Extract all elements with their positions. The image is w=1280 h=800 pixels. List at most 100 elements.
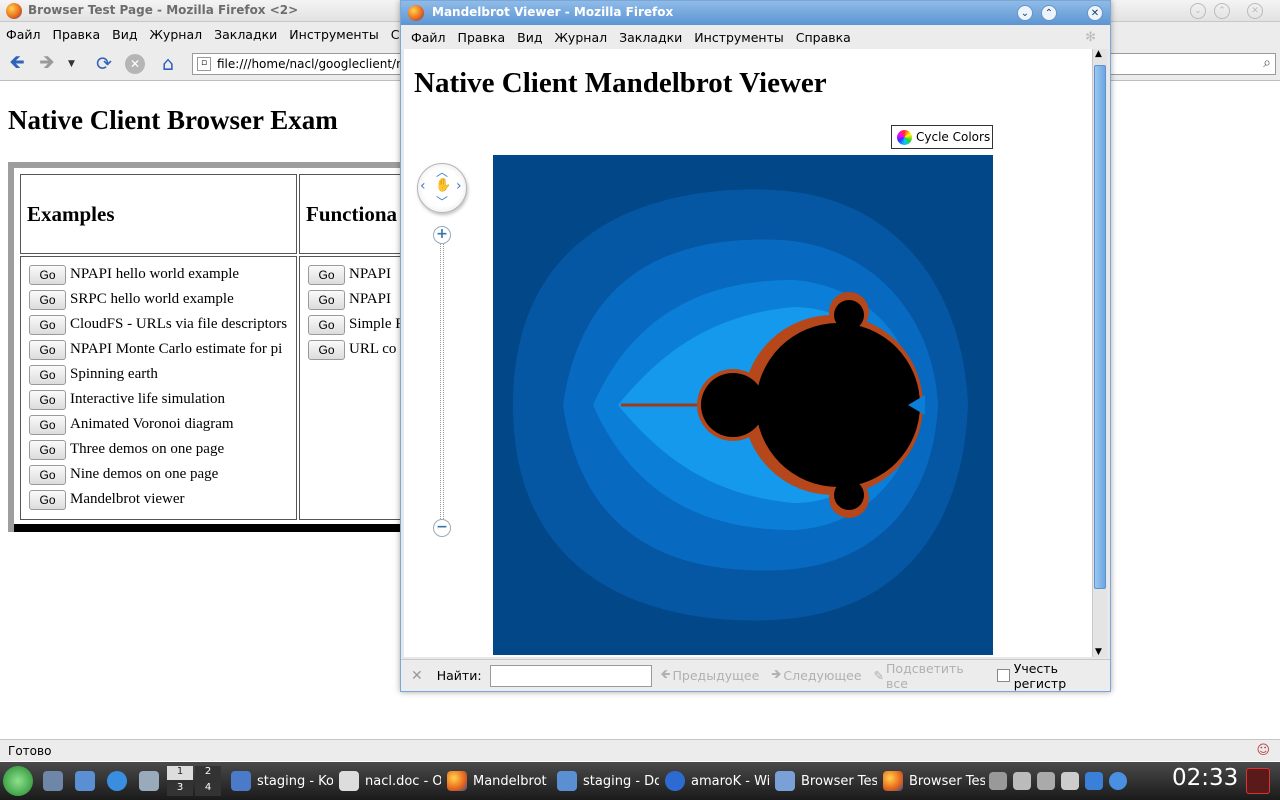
- go-button[interactable]: Go: [29, 464, 66, 485]
- maximize-icon[interactable]: ⌃: [1041, 5, 1057, 21]
- forward-arrow-icon[interactable]: 🡺: [36, 51, 58, 75]
- list-item: Go NPAPI Monte Carlo estimate for pi: [29, 337, 282, 362]
- find-previous-button[interactable]: Предыдущее: [673, 668, 760, 683]
- taskbar-item[interactable]: staging - Kon: [225, 766, 333, 796]
- previous-arrow-icon: 🡸: [660, 666, 671, 681]
- update-icon[interactable]: [1109, 772, 1127, 790]
- maximize-icon[interactable]: ⌃: [1214, 3, 1230, 19]
- go-button[interactable]: Go: [29, 439, 66, 460]
- examples-table: Examples Functiona Go NPAPI hello world e…: [8, 162, 409, 532]
- chevron-down-icon[interactable]: ﹀: [436, 193, 448, 210]
- hand-icon: ✋: [435, 178, 452, 193]
- find-input[interactable]: [489, 664, 653, 687]
- search-bar[interactable]: ⌕: [1108, 53, 1276, 75]
- pager-desktop-1[interactable]: 1: [167, 766, 193, 780]
- taskbar-item[interactable]: nacl.doc - O: [333, 766, 441, 796]
- desktop-pager[interactable]: 1 2 3 4: [167, 766, 221, 796]
- home-icon[interactable]: ⌂: [157, 53, 179, 75]
- taskbar-item[interactable]: staging - Dol: [551, 766, 659, 796]
- browser-icon[interactable]: [107, 771, 127, 791]
- close-icon[interactable]: ✕: [1247, 3, 1263, 19]
- minimize-icon[interactable]: ⌄: [1017, 5, 1033, 21]
- go-button[interactable]: Go: [29, 489, 66, 510]
- menu-view[interactable]: Вид: [511, 30, 548, 45]
- close-icon[interactable]: ✕: [1087, 5, 1103, 21]
- menu-tools[interactable]: Инструменты: [688, 30, 789, 45]
- go-button[interactable]: Go: [29, 314, 66, 335]
- pan-control[interactable]: ︿ ﹀ ‹ › ✋: [417, 163, 467, 213]
- firefox-icon: [447, 771, 467, 791]
- taskbar-item[interactable]: amaroK - Wi: [659, 766, 769, 796]
- go-button[interactable]: Go: [308, 264, 345, 285]
- mandelbrot-window: Mandelbrot Viewer - Mozilla Firefox ⌄ ⌃ …: [400, 0, 1111, 692]
- go-button[interactable]: Go: [308, 339, 345, 360]
- go-button[interactable]: Go: [29, 414, 66, 435]
- calendar-icon[interactable]: [1246, 768, 1270, 794]
- pager-desktop-2[interactable]: 2: [195, 766, 221, 780]
- history-dropdown-icon[interactable]: ▼: [68, 59, 75, 69]
- find-next-button[interactable]: Следующее: [783, 668, 861, 683]
- menu-file[interactable]: Файл: [0, 27, 47, 42]
- system-icon[interactable]: [139, 771, 159, 791]
- go-button[interactable]: Go: [29, 339, 66, 360]
- back-arrow-icon[interactable]: 🡸: [6, 51, 28, 75]
- highlight-all-button[interactable]: Подсветить все: [886, 661, 985, 691]
- match-case-checkbox[interactable]: [997, 669, 1010, 682]
- scroll-up-icon[interactable]: ▲: [1095, 49, 1102, 59]
- network-icon[interactable]: [1037, 772, 1055, 790]
- menu-history[interactable]: Журнал: [143, 27, 208, 42]
- status-bar: Готово ☺: [0, 739, 1280, 761]
- vertical-scrollbar[interactable]: ▲ ▼: [1092, 49, 1107, 657]
- go-button[interactable]: Go: [308, 289, 345, 310]
- menu-edit[interactable]: Правка: [452, 30, 512, 45]
- stop-icon[interactable]: ✕: [125, 54, 145, 74]
- zoom-slider-track[interactable]: [440, 241, 444, 525]
- search-icon[interactable]: ⌕: [1263, 55, 1271, 71]
- file-manager-icon[interactable]: [75, 771, 95, 791]
- chevron-right-icon[interactable]: ›: [456, 178, 462, 194]
- minimize-icon[interactable]: ⌄: [1190, 3, 1206, 19]
- menu-view[interactable]: Вид: [106, 27, 143, 42]
- scroll-down-icon[interactable]: ▼: [1095, 647, 1102, 657]
- go-button[interactable]: Go: [29, 264, 66, 285]
- taskbar-item[interactable]: Browser Tes: [877, 766, 985, 796]
- menu-file[interactable]: Файл: [405, 30, 452, 45]
- kmenu-icon[interactable]: [3, 766, 33, 796]
- keyboard-icon[interactable]: [1061, 772, 1079, 790]
- menu-bookmarks[interactable]: Закладки: [208, 27, 283, 42]
- chevron-left-icon[interactable]: ‹: [420, 178, 426, 194]
- zoom-out-button[interactable]: −: [433, 519, 451, 537]
- mandelbrot-window-titlebar[interactable]: Mandelbrot Viewer - Mozilla Firefox ⌄ ⌃ …: [401, 1, 1110, 25]
- pager-desktop-4[interactable]: 4: [195, 782, 221, 796]
- go-button[interactable]: Go: [29, 389, 66, 410]
- taskbar-item[interactable]: Browser Tes: [769, 766, 877, 796]
- firefox-icon: [883, 771, 903, 791]
- menu-history[interactable]: Журнал: [548, 30, 613, 45]
- functional-cell: Go NPAPI Go NPAPI Go Simple R Go URL co: [299, 256, 409, 520]
- url-bar[interactable]: ▫ file:///home/nacl/googleclient/na: [192, 53, 402, 75]
- system-tray: [989, 772, 1127, 790]
- taskbar-item[interactable]: Mandelbrot V: [441, 766, 551, 796]
- pager-desktop-3[interactable]: 3: [167, 782, 193, 796]
- scrollbar-thumb[interactable]: [1094, 65, 1106, 589]
- close-find-icon[interactable]: ✕: [411, 668, 423, 684]
- menu-edit[interactable]: Правка: [47, 27, 107, 42]
- highlight-icon: ✎: [873, 668, 885, 683]
- go-button[interactable]: Go: [308, 314, 345, 335]
- volume-icon[interactable]: [989, 772, 1007, 790]
- cycle-colors-button[interactable]: Cycle Colors: [891, 125, 993, 149]
- mandelbrot-canvas[interactable]: [493, 155, 993, 655]
- clipboard-icon[interactable]: [1013, 772, 1031, 790]
- go-button[interactable]: Go: [29, 364, 66, 385]
- addon-icon[interactable]: ☺: [1256, 743, 1270, 758]
- menu-tools[interactable]: Инструменты: [283, 27, 384, 42]
- go-button[interactable]: Go: [29, 289, 66, 310]
- reload-icon[interactable]: ⟳: [93, 53, 115, 75]
- menu-bookmarks[interactable]: Закладки: [613, 30, 688, 45]
- menu-help[interactable]: Справка: [790, 30, 857, 45]
- desktop-icon[interactable]: [43, 771, 63, 791]
- download-icon[interactable]: [1085, 772, 1103, 790]
- clock[interactable]: 02:33: [1172, 765, 1238, 791]
- url-text: file:///home/nacl/googleclient/na: [217, 57, 402, 71]
- zoom-in-button[interactable]: +: [433, 226, 451, 244]
